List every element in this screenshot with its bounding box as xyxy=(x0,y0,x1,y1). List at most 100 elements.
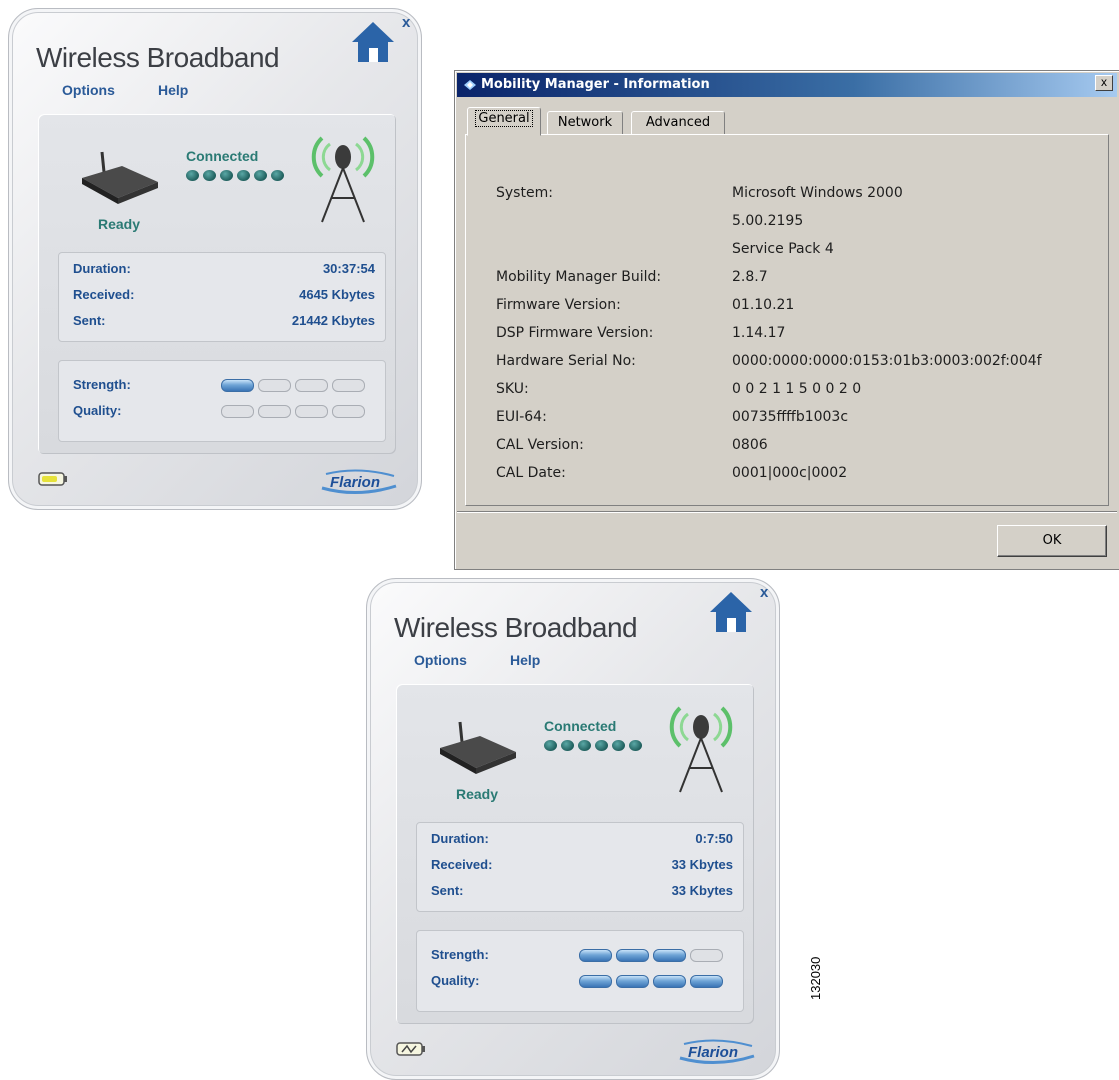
ready-status: Ready xyxy=(456,786,499,802)
status-dot xyxy=(595,740,608,751)
options-menu[interactable]: Options xyxy=(62,82,115,98)
meter-segment xyxy=(221,405,254,418)
stat-label: Duration: xyxy=(73,261,131,276)
info-value-system: Microsoft Windows 2000 xyxy=(732,185,903,201)
brand-text: Flarion xyxy=(330,474,380,491)
close-button[interactable]: x xyxy=(402,14,410,31)
meter-segment xyxy=(616,949,649,962)
meter-segment xyxy=(616,975,649,988)
tower-icon xyxy=(669,706,733,793)
dialog-close-button[interactable]: x xyxy=(1095,75,1113,91)
battery-icon xyxy=(38,472,67,486)
help-menu[interactable]: Help xyxy=(510,652,540,668)
status-dot xyxy=(220,170,233,181)
ready-status: Ready xyxy=(98,216,141,232)
ok-button[interactable]: OK xyxy=(997,525,1107,557)
stat-value: 33 Kbytes xyxy=(671,883,733,898)
modem-icon xyxy=(82,151,158,204)
meter-segment xyxy=(579,975,612,988)
status-dot xyxy=(612,740,625,751)
meter-segment xyxy=(332,379,365,392)
stat-label: Duration: xyxy=(431,831,489,846)
stat-row-duration: Duration: 30:37:54 xyxy=(73,261,375,281)
status-dot xyxy=(544,740,557,751)
widget-title: Wireless Broadband xyxy=(394,612,638,643)
info-value-sku: 0 0 2 1 1 5 0 0 2 0 xyxy=(732,381,862,397)
stat-value: 4645 Kbytes xyxy=(299,287,375,302)
flarion-logo: Flarion xyxy=(321,469,397,495)
home-icon[interactable] xyxy=(350,20,396,64)
stat-row-received: Received: 4645 Kbytes xyxy=(73,287,375,307)
connection-dots xyxy=(544,740,642,751)
power-plug-icon xyxy=(396,1042,425,1056)
meter-segment xyxy=(332,405,365,418)
tab-advanced[interactable]: Advanced xyxy=(631,111,725,135)
stats-panel: Duration: 30:37:54 Received: 4645 Kbytes… xyxy=(58,252,386,342)
figure-id: 132030 xyxy=(808,956,823,1000)
quality-meter xyxy=(221,405,365,418)
dialog-title: Mobility Manager - Information xyxy=(481,77,710,92)
connection-dots xyxy=(186,170,284,181)
stat-label: Sent: xyxy=(73,313,106,328)
meter-segment xyxy=(690,975,723,988)
wireless-broadband-widget-1: Wireless Broadband Options Help x Ready … xyxy=(8,8,422,510)
meter-segment xyxy=(295,379,328,392)
information-dialog: Mobility Manager - Information x General… xyxy=(454,70,1119,570)
status-dot xyxy=(237,170,250,181)
general-tab-page: System: Microsoft Windows 2000 5.00.2195… xyxy=(465,134,1109,506)
info-value-os-version: 5.00.2195 xyxy=(732,213,804,229)
app-icon xyxy=(464,80,476,90)
stat-label: Received: xyxy=(431,857,493,872)
dialog-separator xyxy=(457,511,1117,513)
brand-text: Flarion xyxy=(688,1044,738,1061)
stat-label: Sent: xyxy=(431,883,464,898)
meter-segment xyxy=(653,975,686,988)
status-dot xyxy=(561,740,574,751)
meter-segment xyxy=(258,379,291,392)
signal-meters: Strength: Quality: xyxy=(416,930,744,1012)
info-value-dsp-firmware: 1.14.17 xyxy=(732,325,786,341)
options-menu[interactable]: Options xyxy=(414,652,467,668)
modem-icon xyxy=(440,721,516,774)
stat-value: 21442 Kbytes xyxy=(291,313,375,328)
info-value-cal-date: 0001|000c|0002 xyxy=(732,465,848,481)
connection-status: Connected xyxy=(186,148,259,164)
strength-meter xyxy=(579,949,723,962)
stat-value: 30:37:54 xyxy=(322,261,375,276)
status-dot xyxy=(254,170,267,181)
info-label-sku: SKU: xyxy=(496,381,529,397)
strength-label: Strength: xyxy=(431,947,489,962)
tab-general[interactable]: General xyxy=(467,107,541,136)
dialog-titlebar[interactable]: Mobility Manager - Information xyxy=(457,73,1117,97)
meter-segment xyxy=(221,379,254,392)
meter-segment xyxy=(690,949,723,962)
help-menu[interactable]: Help xyxy=(158,82,188,98)
stat-row-duration: Duration: 0:7:50 xyxy=(431,831,733,851)
info-label-serial: Hardware Serial No: xyxy=(496,353,636,369)
info-label-dsp-firmware: DSP Firmware Version: xyxy=(496,325,654,341)
info-label-eui64: EUI-64: xyxy=(496,409,547,425)
stats-panel: Duration: 0:7:50 Received: 33 Kbytes Sen… xyxy=(416,822,744,912)
close-button[interactable]: x xyxy=(760,584,768,601)
flarion-logo: Flarion xyxy=(679,1039,755,1065)
strength-label: Strength: xyxy=(73,377,131,392)
stat-row-received: Received: 33 Kbytes xyxy=(431,857,733,877)
quality-label: Quality: xyxy=(73,403,122,418)
info-label-system: System: xyxy=(496,185,553,201)
strength-meter xyxy=(221,379,365,392)
status-dot xyxy=(629,740,642,751)
stat-value: 0:7:50 xyxy=(695,831,733,846)
widget-title: Wireless Broadband xyxy=(36,42,280,73)
info-label-cal-date: CAL Date: xyxy=(496,465,566,481)
info-value-build: 2.8.7 xyxy=(732,269,768,285)
status-dot xyxy=(203,170,216,181)
info-value-serial: 0000:0000:0000:0153:01b3:0003:002f:004f xyxy=(732,353,1042,369)
status-dot xyxy=(578,740,591,751)
stat-label: Received: xyxy=(73,287,135,302)
wireless-broadband-widget-2: Wireless Broadband Options Help x Ready … xyxy=(366,578,780,1080)
meter-segment xyxy=(258,405,291,418)
stat-row-sent: Sent: 21442 Kbytes xyxy=(73,313,375,333)
info-value-cal-version: 0806 xyxy=(732,437,768,453)
home-icon[interactable] xyxy=(708,590,754,634)
tab-network[interactable]: Network xyxy=(547,111,623,135)
